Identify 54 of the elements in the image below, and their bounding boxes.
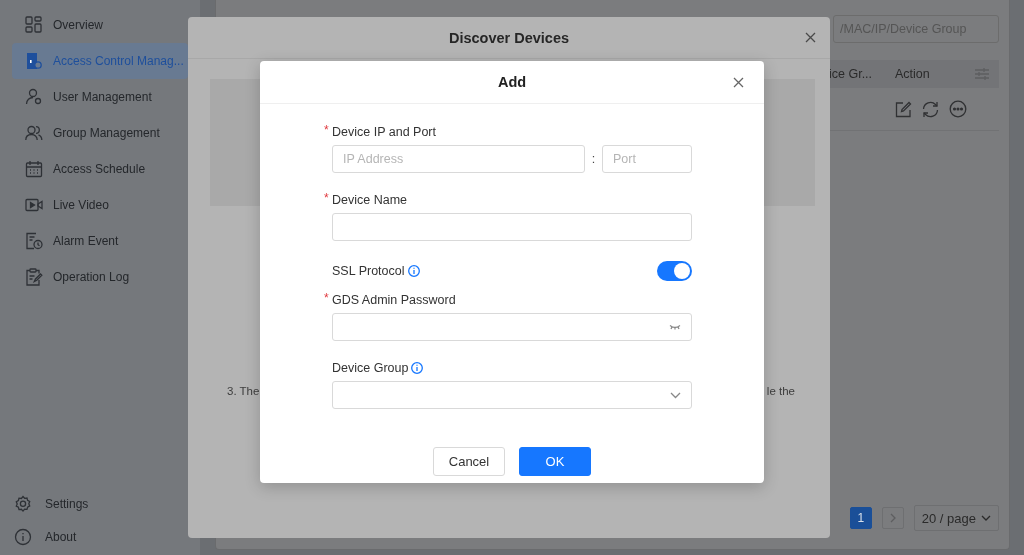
more-icon[interactable] (949, 100, 967, 118)
chevron-down-icon (670, 391, 681, 399)
sidebar-item[interactable]: Group Management (12, 115, 188, 151)
dialog-title: Add (497, 74, 527, 90)
clipboard-icon (25, 268, 43, 286)
user-icon (25, 88, 43, 106)
settings-icon (14, 494, 32, 513)
sidebar-item[interactable]: Settings (12, 487, 188, 520)
cancel-button[interactable]: Cancel (433, 447, 505, 476)
chevron-down-icon (981, 515, 991, 521)
close-icon[interactable] (733, 77, 744, 88)
field-label: Device Group (332, 361, 409, 375)
toggle-switch[interactable] (657, 261, 692, 281)
field-label: Device IP and Port (332, 125, 436, 139)
sidebar-item[interactable]: Overview (12, 7, 188, 43)
sidebar-item[interactable]: Live Video (12, 187, 188, 223)
input-field[interactable] (332, 213, 692, 241)
password-field[interactable] (332, 313, 692, 341)
sidebar-item[interactable]: User Management (12, 79, 188, 115)
required-mark: * (324, 123, 329, 137)
sidebar-item[interactable]: Operation Log (12, 259, 188, 295)
edit-icon[interactable] (895, 100, 912, 118)
field-label: SSL Protocol (332, 264, 405, 278)
sidebar-item[interactable]: Access Schedule (12, 151, 188, 187)
sidebar-item[interactable]: Access Control Manag... (12, 43, 188, 79)
required-mark: * (324, 291, 329, 305)
alarm-document-icon (25, 232, 43, 250)
instruction-text: le the (766, 385, 795, 397)
chevron-right-icon (889, 513, 896, 523)
column-header: ice Gr... (829, 67, 874, 81)
field-label: GDS Admin Password (332, 293, 456, 307)
port-field[interactable]: Port (602, 145, 692, 173)
page-button[interactable]: 1 (849, 507, 872, 529)
separator-text: : (590, 152, 597, 166)
users-icon (25, 124, 43, 142)
info-icon (14, 527, 32, 546)
sidebar-item[interactable]: About (12, 520, 188, 553)
dialog-title: Discover Devices (448, 29, 570, 46)
ok-button[interactable]: OK (519, 447, 591, 476)
dropdown-field[interactable] (332, 381, 692, 409)
ip-address-field[interactable]: IP Address (332, 145, 585, 173)
door-lock-icon (25, 52, 43, 70)
field-label: Device Name (332, 193, 408, 207)
eye-closed-icon[interactable] (669, 324, 681, 330)
instruction-text: 3. The (227, 385, 260, 397)
calendar-icon (25, 160, 43, 178)
column-header: Action (895, 67, 931, 81)
refresh-icon[interactable] (921, 100, 940, 118)
video-icon (25, 196, 43, 214)
sidebar-item[interactable]: Alarm Event (12, 223, 188, 259)
page-size-dropdown[interactable]: 20 / page (913, 505, 999, 531)
grid-icon (25, 16, 43, 34)
close-icon[interactable] (805, 32, 816, 43)
required-mark: * (324, 191, 329, 205)
